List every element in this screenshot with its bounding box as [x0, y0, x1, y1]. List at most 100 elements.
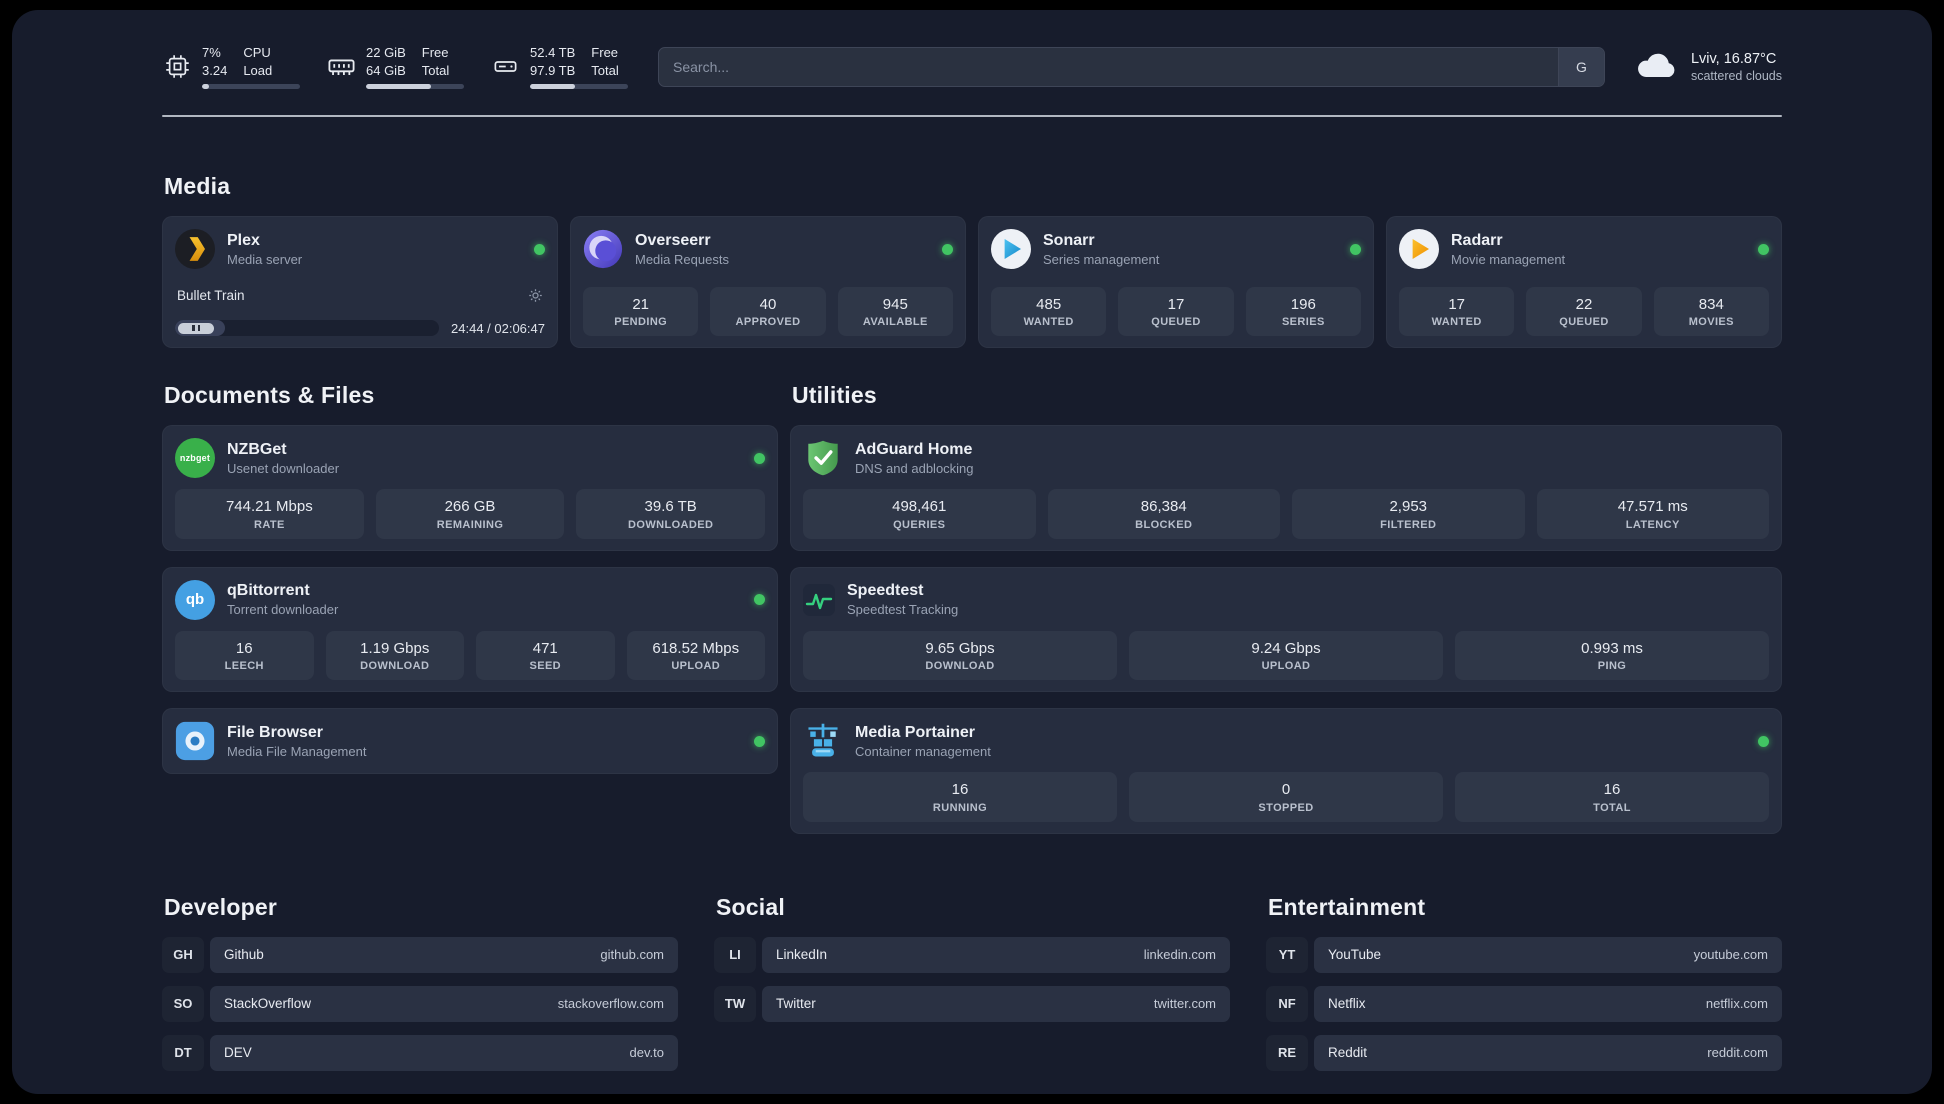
cpu-metric-widget: 7% 3.24 CPU Load [162, 44, 300, 90]
weather-widget: Lviv, 16.87°C scattered clouds [1635, 49, 1782, 84]
radarr-icon [1399, 229, 1439, 270]
bookmark-youtube[interactable]: YT YouTube youtube.com [1266, 936, 1782, 973]
gear-icon[interactable] [528, 288, 543, 303]
search-engine-button[interactable]: G [1557, 47, 1604, 86]
social-column: Social LI LinkedIn linkedin.com TW Twitt… [714, 894, 1230, 1084]
stat-tile: 744.21 Mbps RATE [175, 489, 364, 539]
app-subtitle: Media File Management [227, 743, 367, 759]
bookmark-name: Twitter [776, 996, 816, 1012]
bookmark-url: youtube.com [1693, 947, 1768, 963]
stat-tile: 16 RUNNING [803, 772, 1117, 822]
stat-tile: 834 MOVIES [1653, 286, 1769, 337]
hard-drive-icon [490, 53, 520, 80]
stat-tile: 9.65 Gbps DOWNLOAD [803, 630, 1117, 681]
bookmark-stackoverflow[interactable]: SO StackOverflow stackoverflow.com [162, 985, 678, 1022]
bookmark-abbr: DT [162, 1034, 204, 1071]
portainer-card[interactable]: Media Portainer Container management 16 … [790, 708, 1782, 834]
qbittorrent-card[interactable]: qb qBittorrent Torrent downloader 16 LEE… [162, 566, 778, 693]
plex-card[interactable]: Plex Media server Bullet Train 24:44 / 0… [162, 216, 558, 349]
status-dot [1758, 735, 1769, 747]
ram-label-bottom: Total [421, 62, 450, 78]
disk-total-value: 97.9 TB [530, 62, 576, 78]
speedtest-card[interactable]: Speedtest Speedtest Tracking 9.65 Gbps D… [790, 566, 1782, 693]
bookmark-linkedin[interactable]: LI LinkedIn linkedin.com [714, 936, 1230, 973]
adguard-icon [803, 438, 843, 478]
filebrowser-icon [175, 721, 215, 761]
system-metrics: 7% 3.24 CPU Load 22 GiB 64 GiB Free Tota… [162, 44, 628, 90]
app-name: Speedtest [847, 582, 924, 600]
search-input[interactable] [659, 47, 1558, 86]
stat-tile: 945 AVAILABLE [837, 286, 953, 337]
sonarr-card[interactable]: Sonarr Series management 485 WANTED 17 Q… [978, 216, 1374, 349]
app-subtitle: DNS and adblocking [855, 460, 974, 476]
playback-progress-bar[interactable] [175, 320, 440, 337]
app-name: Plex [227, 231, 260, 249]
overseerr-icon [583, 229, 623, 269]
status-dot [942, 243, 953, 255]
stat-tile: 0.993 ms PING [1455, 630, 1769, 681]
search-bar: G [658, 46, 1605, 87]
bookmark-name: Netflix [1328, 996, 1366, 1012]
bookmark-name: StackOverflow [224, 996, 312, 1012]
stat-tile: 196 SERIES [1245, 286, 1361, 337]
stat-tile: 2,953 FILTERED [1292, 489, 1525, 539]
stat-tile: 17 WANTED [1399, 286, 1515, 337]
bookmark-abbr: SO [162, 985, 204, 1022]
status-dot [754, 452, 765, 464]
stat-tile: 266 GB REMAINING [375, 489, 565, 539]
bookmark-name: LinkedIn [776, 947, 828, 963]
social-section-title: Social [716, 893, 785, 920]
portainer-icon [803, 721, 843, 761]
overseerr-card[interactable]: Overseerr Media Requests 21 PENDING 40 A… [570, 216, 966, 349]
utilities-section-title: Utilities [792, 382, 877, 409]
app-subtitle: Series management [1043, 251, 1160, 267]
media-section-title: Media [164, 173, 231, 200]
nzbget-card[interactable]: nzbget NZBGet Usenet downloader 744.21 M… [162, 425, 778, 551]
bookmark-dev[interactable]: DT DEV dev.to [162, 1034, 678, 1071]
stat-tile: 16 LEECH [175, 630, 314, 681]
cpu-progress-bar [202, 84, 300, 90]
adguard-card[interactable]: AdGuard Home DNS and adblocking 498,461 … [790, 425, 1782, 551]
weather-condition: scattered clouds [1690, 68, 1782, 83]
stat-tile: 21 PENDING [583, 286, 699, 337]
cloud-icon [1635, 49, 1679, 84]
dashboard-content: 7% 3.24 CPU Load 22 GiB 64 GiB Free Tota… [162, 10, 1782, 1094]
weather-location: Lviv, 16.87°C [1690, 50, 1777, 67]
bookmark-twitter[interactable]: TW Twitter twitter.com [714, 985, 1230, 1022]
developer-section-title: Developer [164, 893, 278, 920]
ram-icon [326, 52, 356, 81]
top-bar: 7% 3.24 CPU Load 22 GiB 64 GiB Free Tota… [162, 44, 1782, 90]
ram-progress-fill [366, 84, 431, 90]
bookmark-url: dev.to [629, 1045, 664, 1061]
bookmark-abbr: RE [1266, 1034, 1308, 1071]
cpu-label-top: CPU [243, 45, 271, 60]
bookmarks-grid: Developer GH Github github.com SO StackO… [162, 894, 1782, 1094]
filebrowser-card[interactable]: File Browser Media File Management [162, 708, 778, 775]
disk-label-bottom: Total [591, 62, 619, 78]
bookmark-netflix[interactable]: NF Netflix netflix.com [1266, 985, 1782, 1022]
bookmark-url: reddit.com [1707, 1045, 1768, 1061]
ram-metric-widget: 22 GiB 64 GiB Free Total [326, 44, 464, 90]
bookmark-reddit[interactable]: RE Reddit reddit.com [1266, 1034, 1782, 1071]
app-name: AdGuard Home [855, 440, 973, 458]
documents-column: Documents & Files nzbget NZBGet Usenet d… [162, 382, 778, 775]
qbittorrent-icon: qb [175, 579, 215, 620]
disk-free-value: 52.4 TB [530, 45, 576, 60]
radarr-card[interactable]: Radarr Movie management 17 WANTED 22 QUE… [1386, 216, 1782, 349]
app-name: Sonarr [1043, 231, 1095, 249]
status-dot [754, 735, 765, 747]
stat-tile: 16 TOTAL [1455, 772, 1769, 822]
bookmark-url: linkedin.com [1143, 947, 1216, 963]
nzbget-icon: nzbget [175, 438, 215, 479]
stat-tile: 86,384 BLOCKED [1047, 489, 1280, 539]
ram-free-value: 22 GiB [366, 45, 406, 60]
app-subtitle: Media Requests [635, 251, 729, 267]
stat-tile: 0 STOPPED [1129, 772, 1443, 822]
pause-button[interactable] [178, 322, 214, 334]
media-grid: Plex Media server Bullet Train 24:44 / 0… [162, 216, 1782, 349]
bookmark-url: netflix.com [1705, 996, 1768, 1012]
documents-section-title: Documents & Files [164, 382, 375, 409]
bookmark-github[interactable]: GH Github github.com [162, 936, 678, 973]
cpu-label-bottom: Load [243, 62, 273, 78]
entertainment-section-title: Entertainment [1268, 893, 1426, 920]
